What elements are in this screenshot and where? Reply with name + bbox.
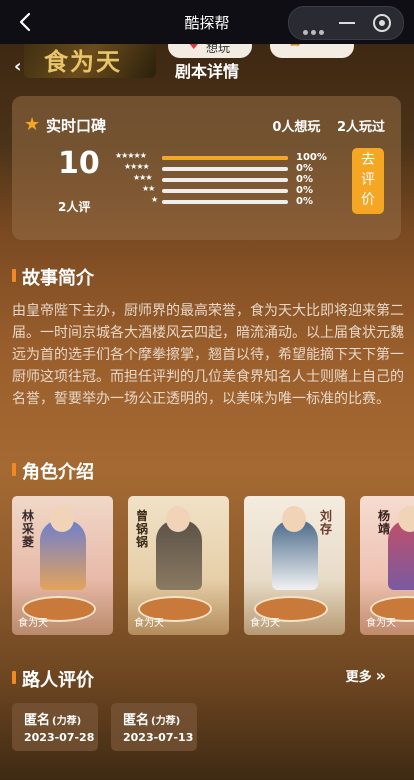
role-name: 刘存 xyxy=(320,509,333,536)
chevron-left-icon[interactable]: ‹ xyxy=(14,56,21,77)
rating-bar xyxy=(162,156,288,160)
review-tag: (力荐) xyxy=(52,716,82,727)
review-date: 2023-07-28 xyxy=(24,731,95,744)
rating-title: 实时口碑 xyxy=(46,117,107,135)
rater-count: 2人评 xyxy=(58,200,91,214)
role-brand: 食为天 xyxy=(250,618,280,629)
rating-bar xyxy=(162,189,288,193)
review-tag: (力荐) xyxy=(151,716,181,727)
rating-percent: 0% xyxy=(296,174,313,185)
role-name: 杨靖 xyxy=(378,509,391,536)
mini-program-capsule xyxy=(288,6,404,40)
role-portrait xyxy=(50,506,74,532)
played-count: 2人玩过 xyxy=(336,120,385,135)
reviewer-name: 匿名 (力荐) xyxy=(24,713,82,728)
rating-card: ★ 实时口碑 0人想玩 2人玩过 10 2人评 ★★★★★ 100% ★★★★ 0% ★… xyxy=(12,96,401,240)
close-circle-icon[interactable] xyxy=(373,14,391,32)
more-label: 更多 xyxy=(345,670,372,685)
rating-percent: 0% xyxy=(296,185,313,196)
rating-counts: 0人想玩 2人玩过 xyxy=(260,116,385,135)
role-card[interactable]: 曾锅锅 食为天 xyxy=(128,496,229,635)
rating-bar-fill xyxy=(162,156,288,160)
section-title-detail: 剧本详情 xyxy=(175,62,240,81)
rating-row-1-star: ★ 0% xyxy=(114,195,334,208)
review-chip[interactable]: 匿名 (力荐) 2023-07-13 xyxy=(111,703,197,751)
rating-score: 10 xyxy=(58,146,100,181)
rate-button[interactable]: 去评价 xyxy=(352,148,384,214)
role-name: 林采菱 xyxy=(22,509,35,549)
more-dots-icon[interactable] xyxy=(303,20,329,35)
rating-bar xyxy=(162,167,288,171)
role-name: 曾锅锅 xyxy=(136,509,149,549)
role-card[interactable]: 林采菱食为天 xyxy=(12,496,113,635)
role-card[interactable]: 杨靖食为天 xyxy=(360,496,414,635)
poster-title: 食为天 xyxy=(44,47,122,76)
rating-stars-icon: ★★★ xyxy=(133,173,152,182)
role-brand: 食为天 xyxy=(134,618,164,629)
double-chevron-right-icon: » xyxy=(375,666,386,685)
share-icon: ➦ xyxy=(290,44,301,52)
rating-distribution: ★★★★★ 100% ★★★★ 0% ★★★ 0% ★★ 0% ★ 0% xyxy=(114,151,334,208)
role-portrait xyxy=(166,506,190,532)
want-to-play-button[interactable]: ♥ 想玩 xyxy=(168,44,252,58)
top-nav-bar: 酷探帮 xyxy=(0,0,414,44)
role-portrait xyxy=(282,506,306,532)
section-accent-bar xyxy=(12,269,16,282)
reviewer-name: 匿名 (力荐) xyxy=(123,713,181,728)
star-icon: ★ xyxy=(24,114,41,135)
minimize-icon[interactable] xyxy=(339,22,355,24)
synopsis-text: 由皇帝陛下主办，厨师界的最高荣誉，食为天大比即将迎来第二届。一时间京城各大酒楼风… xyxy=(12,303,404,407)
role-carousel[interactable]: 林采菱 食为天 曾锅锅 食为天 刘存 食为天 杨靖 食为天 xyxy=(12,496,414,636)
section-accent-bar xyxy=(12,463,16,476)
review-chip[interactable]: 匿名 (力荐) 2023-07-28 xyxy=(12,703,98,751)
section-accent-bar xyxy=(12,671,16,684)
rating-stars-icon: ★★★★ xyxy=(124,162,150,171)
script-poster: 食为天 xyxy=(24,44,156,78)
synopsis-title: 故事简介 xyxy=(22,268,94,289)
rating-percent: 0% xyxy=(296,196,313,207)
rating-stars-icon: ★★★★★ xyxy=(115,151,147,160)
role-brand: 食为天 xyxy=(366,618,396,629)
rating-stars-icon: ★★ xyxy=(142,184,155,193)
reviews-title: 路人评价 xyxy=(22,670,94,691)
role-brand: 食为天 xyxy=(18,618,48,629)
detail-header: 食为天 ♥ 想玩 ➦ ‹ 剧本详情 xyxy=(0,44,414,84)
want-count: 0人想玩 xyxy=(272,120,321,135)
role-card[interactable]: 刘存食为天 xyxy=(244,496,345,635)
rating-percent: 0% xyxy=(296,163,313,174)
rating-percent: 100% xyxy=(296,152,327,163)
rating-bar xyxy=(162,200,288,204)
rating-stars-icon: ★ xyxy=(151,195,158,204)
share-button[interactable]: ➦ xyxy=(270,44,354,58)
want-label: 想玩 xyxy=(206,44,231,55)
heart-icon: ♥ xyxy=(188,44,200,53)
rating-bar xyxy=(162,178,288,182)
review-date: 2023-07-13 xyxy=(123,731,194,744)
more-reviews-link[interactable]: 更多» xyxy=(346,666,386,685)
roles-title: 角色介绍 xyxy=(22,462,94,483)
